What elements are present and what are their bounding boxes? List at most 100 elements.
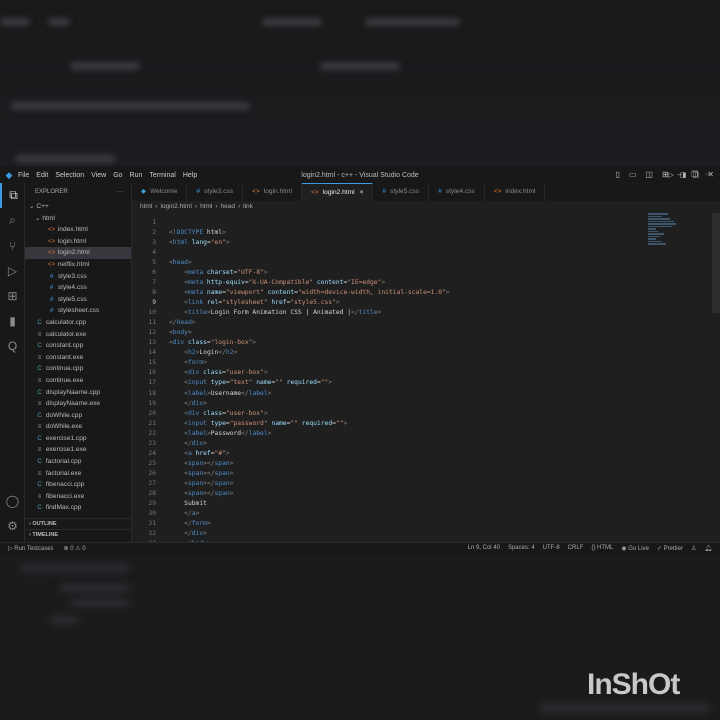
vertical-scrollbar[interactable]	[712, 213, 720, 313]
toggle-sidebar-icon[interactable]: ▯	[615, 170, 619, 179]
tab-login-html[interactable]: <> login.html	[243, 183, 303, 201]
language-mode[interactable]: {} HTML	[591, 545, 613, 552]
breadcrumb-item[interactable]: html	[140, 203, 152, 210]
file-item[interactable]: <> netflix.html	[25, 259, 131, 271]
code-token: name	[203, 289, 223, 297]
file-item[interactable]: <> login.html	[25, 236, 131, 248]
file-item[interactable]: <> login2.html	[25, 247, 131, 259]
menu-item-view[interactable]: View	[91, 172, 106, 179]
minimap-line	[648, 228, 656, 230]
toggle-panel-icon[interactable]: ▭	[629, 170, 637, 179]
file-item[interactable]: ≡ constant.exe	[25, 352, 131, 364]
file-item[interactable]: ≡ factorial.exe	[25, 468, 131, 480]
go-live-button[interactable]: ◉ Go Live	[621, 545, 649, 552]
menu-item-go[interactable]: Go	[113, 172, 122, 179]
file-item[interactable]: ≡ continue.exe	[25, 375, 131, 387]
code-line: <a href="#">	[169, 450, 230, 457]
breadcrumb-item[interactable]: login2.html	[160, 203, 191, 210]
tab-style5-css[interactable]: # style5.css	[373, 183, 430, 201]
run-icon[interactable]: ▷	[668, 171, 673, 179]
search-icon[interactable]: ⌕	[0, 208, 25, 233]
code-token: >	[203, 439, 207, 447]
problems-indicator[interactable]: ⊗ 0 ⚠ 0	[64, 545, 86, 552]
file-item[interactable]: # style5.css	[25, 294, 131, 306]
file-item[interactable]: C findMax.cpp	[25, 502, 131, 514]
source-control-icon[interactable]: ⑂	[0, 233, 25, 258]
accounts-icon[interactable]: ♙	[691, 545, 696, 552]
file-item[interactable]: C doWhile.cpp	[25, 410, 131, 422]
code-token: >	[206, 519, 211, 527]
code-token: ></	[203, 469, 215, 477]
extension-q-icon[interactable]: Q	[0, 333, 25, 358]
file-item[interactable]: C calculator.cpp	[25, 317, 131, 329]
run-debug-icon[interactable]: ▷	[0, 258, 25, 283]
line-number: 30	[148, 509, 156, 517]
html-file-icon: <>	[252, 188, 260, 195]
file-item[interactable]: C constant.cpp	[25, 340, 131, 352]
minimap-line	[648, 243, 666, 245]
tab-style4-css[interactable]: # style4.css	[429, 183, 485, 201]
explorer-icon[interactable]: ⧉	[0, 183, 25, 208]
prettier-status[interactable]: ✓ Prettier	[657, 545, 683, 552]
notifications-icon[interactable]: 🔔︎	[704, 545, 712, 552]
file-item[interactable]: ≡ displayNaame.exe	[25, 398, 131, 410]
file-item[interactable]: C exercise1.cpp	[25, 433, 131, 445]
menu-item-run[interactable]: Run	[130, 172, 143, 179]
file-item[interactable]: C fibenacci.cpp	[25, 479, 131, 491]
tab-login2-html[interactable]: <> login2.html ×	[302, 183, 374, 201]
file-item[interactable]: ≡ calculator.exe	[25, 329, 131, 341]
file-item[interactable]: C factorial.cpp	[25, 456, 131, 468]
menu-item-file[interactable]: File	[18, 172, 29, 179]
code-token: >	[267, 389, 272, 397]
file-item[interactable]: ≡ exercise1.exe	[25, 444, 131, 456]
code-token: span	[214, 459, 230, 467]
settings-gear-icon[interactable]: ⚙	[0, 513, 25, 538]
tab-style3-css[interactable]: # style3.css	[187, 183, 244, 201]
open-preview-icon[interactable]: ◨	[680, 171, 687, 179]
split-editor-icon[interactable]: ◫	[692, 171, 699, 179]
file-item[interactable]: # style4.css	[25, 282, 131, 294]
line-endings[interactable]: CRLF	[568, 545, 584, 552]
extensions-icon[interactable]: ⊞	[0, 283, 25, 308]
code-token: Username	[210, 389, 242, 397]
more-actions-icon[interactable]: ···	[705, 171, 712, 179]
code-token: Password	[210, 429, 242, 437]
file-item[interactable]: ≡ fibenacci.exe	[25, 491, 131, 503]
file-item[interactable]: <> index.html	[25, 224, 131, 236]
code-token: name	[252, 379, 272, 387]
file-item[interactable]: C displayNaame.cpp	[25, 387, 131, 399]
folder-html[interactable]: ⌄ html	[25, 213, 131, 225]
code-token: lang	[187, 239, 207, 247]
file-item[interactable]: # style3.css	[25, 271, 131, 283]
code-editor[interactable]: 1 2 <!DOCTYPE html> 3 <html lang="en"> 4 5 <hea…	[132, 213, 720, 542]
code-line: <input type="text" name="" required="">	[169, 379, 332, 386]
explorer-more-button[interactable]: ···	[117, 189, 123, 195]
indentation[interactable]: Spaces: 4	[508, 545, 535, 552]
toggle-secondary-sidebar-icon[interactable]: ◫	[645, 170, 653, 179]
outline-section[interactable]: › OUTLINE	[25, 518, 132, 529]
menu-item-selection[interactable]: Selection	[55, 172, 84, 179]
minimap[interactable]	[648, 213, 678, 253]
file-item[interactable]: # stylesheet.css	[25, 305, 131, 317]
encoding[interactable]: UTF-8	[543, 545, 560, 552]
menu-item-help[interactable]: Help	[183, 172, 197, 179]
breadcrumb-item[interactable]: link	[243, 203, 253, 210]
breadcrumb-item[interactable]: head	[221, 203, 235, 210]
cursor-position[interactable]: Ln 9, Col 40	[468, 545, 500, 552]
charts-icon[interactable]: ▮	[0, 308, 25, 333]
menu-item-edit[interactable]: Edit	[36, 172, 48, 179]
file-item[interactable]: C continue.cpp	[25, 363, 131, 375]
folder-root[interactable]: ⌄ C++	[25, 201, 131, 213]
tab-index-html[interactable]: <> index.html	[485, 183, 546, 201]
tab-welcome[interactable]: ◆ Welcome	[132, 183, 188, 201]
file-item[interactable]: ≡ doWhile.exe	[25, 421, 131, 433]
close-tab-icon[interactable]: ×	[360, 189, 364, 196]
timeline-section[interactable]: › TIMELINE	[25, 529, 132, 540]
run-testcases-button[interactable]: ▷ Run Testcases	[8, 545, 54, 552]
menu-item-terminal[interactable]: Terminal	[149, 172, 175, 179]
breadcrumb-item[interactable]: html	[200, 203, 212, 210]
account-icon[interactable]: ◯	[0, 488, 25, 513]
